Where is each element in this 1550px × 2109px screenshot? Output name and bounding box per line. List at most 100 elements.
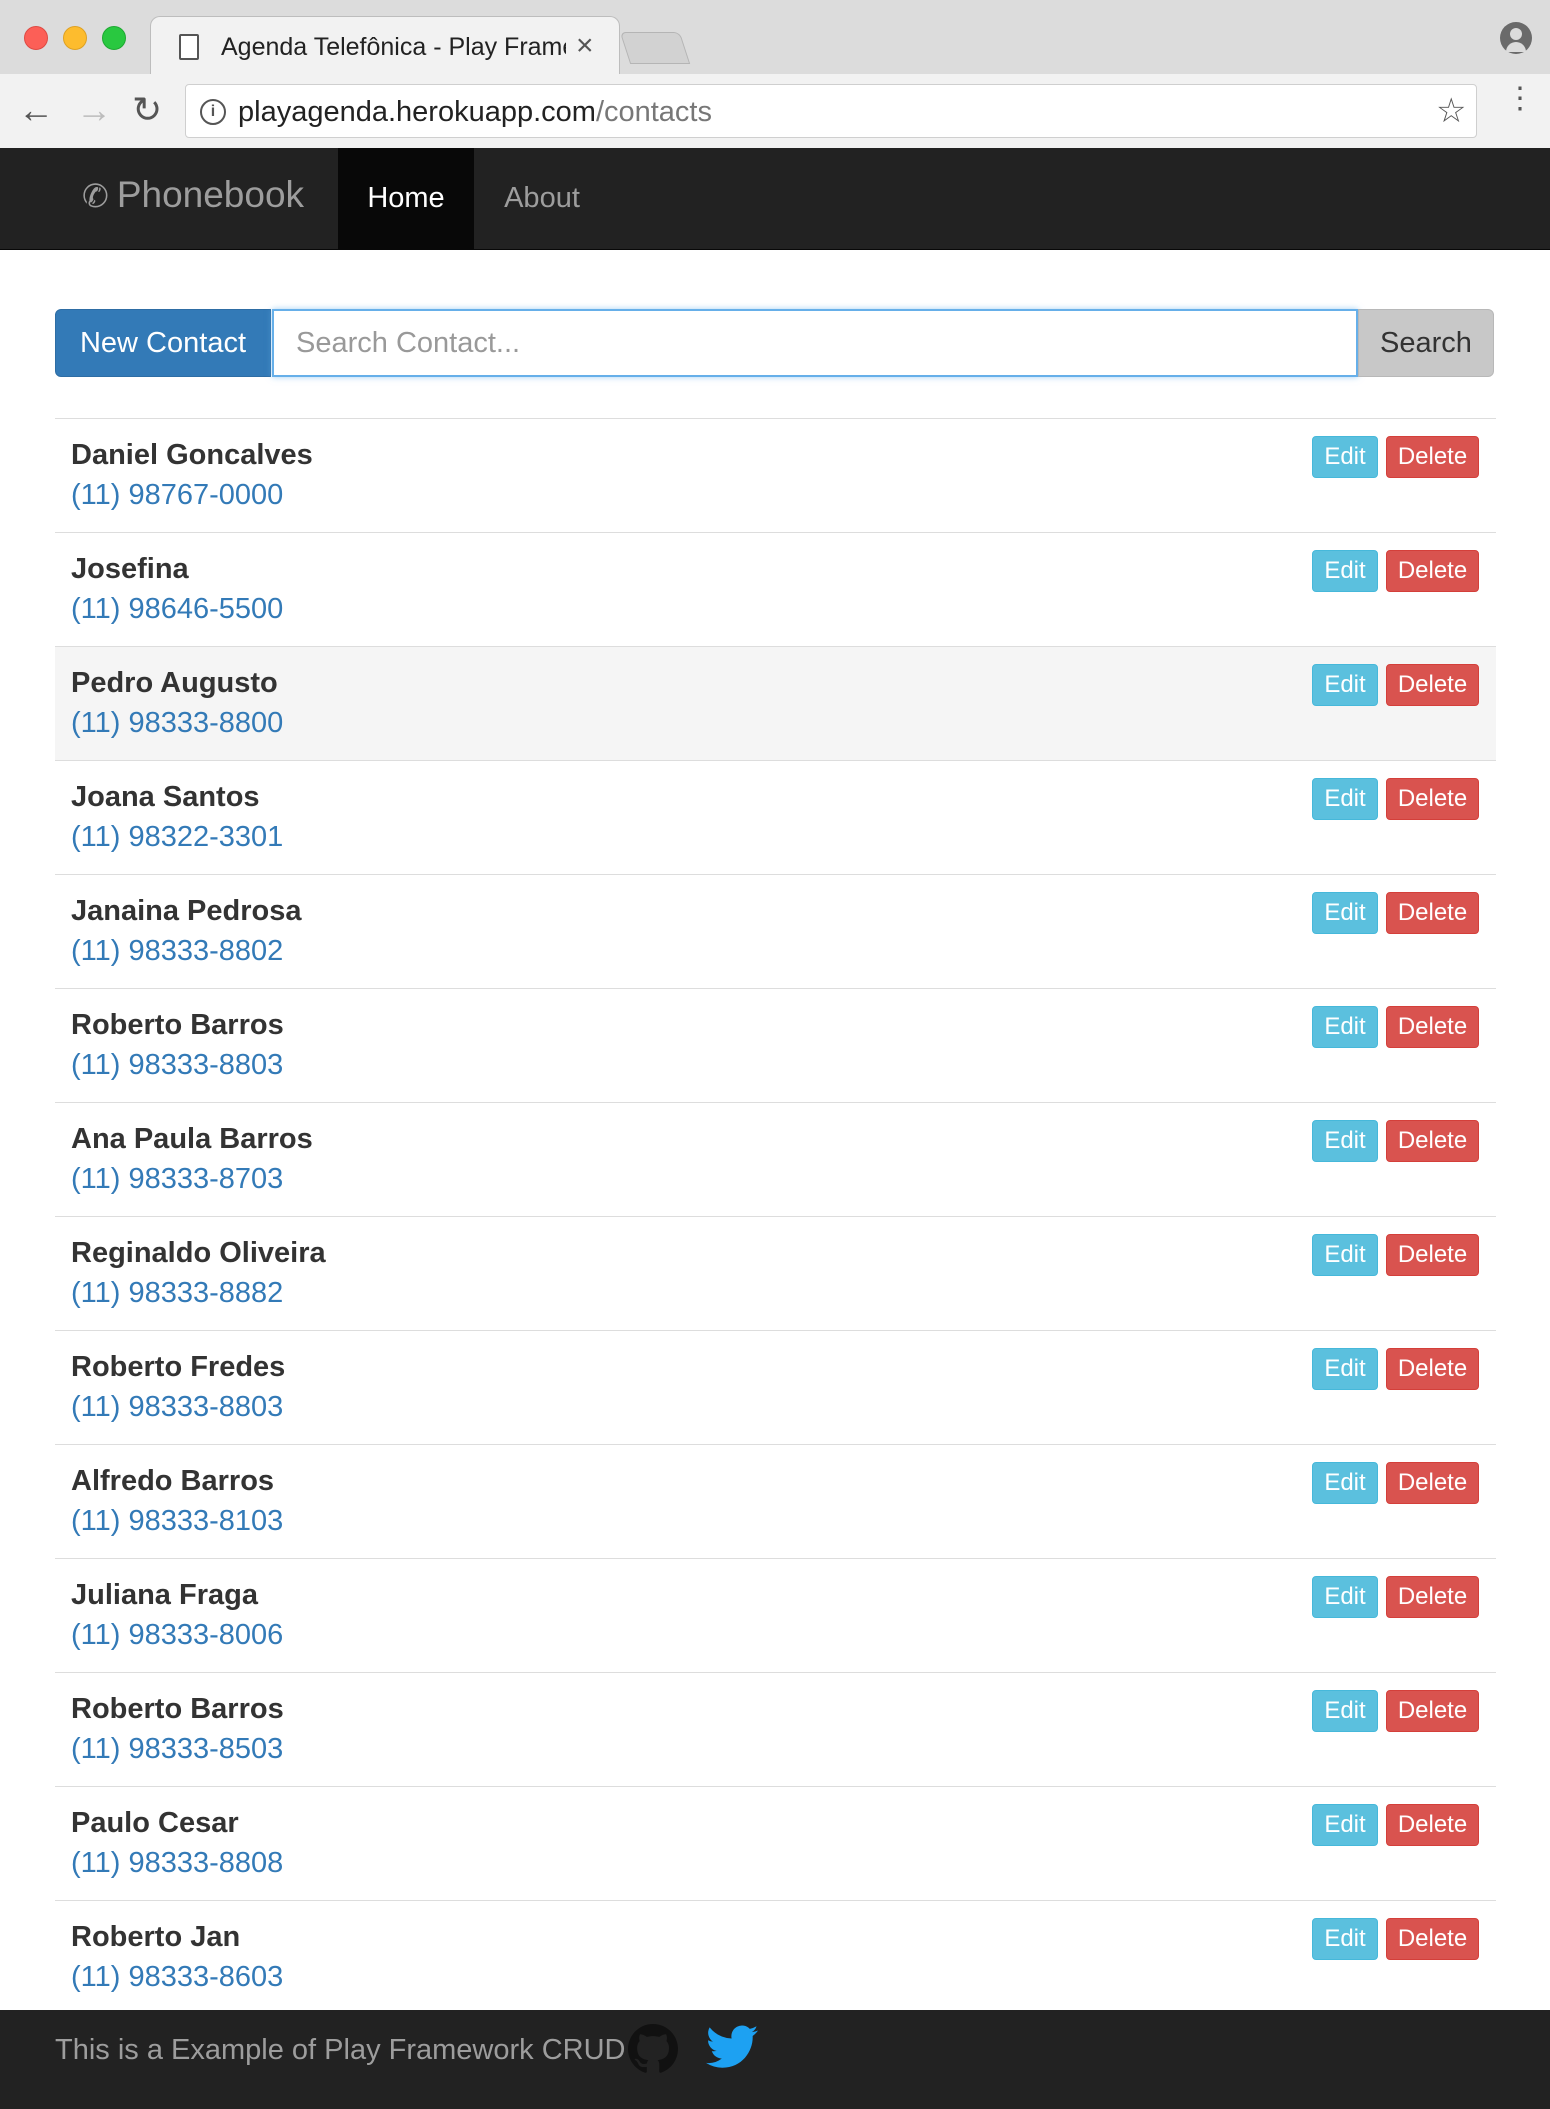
new-tab-button[interactable] [619, 32, 691, 64]
contact-row[interactable]: Paulo Cesar (11) 98333-8808 Edit Delete [55, 1786, 1496, 1900]
edit-button[interactable]: Edit [1312, 550, 1378, 592]
github-icon[interactable] [628, 2024, 678, 2074]
edit-button[interactable]: Edit [1312, 436, 1378, 478]
contact-row[interactable]: Joana Santos (11) 98322-3301 Edit Delete [55, 760, 1496, 874]
minimize-window-button[interactable] [63, 26, 87, 50]
edit-button[interactable]: Edit [1312, 1234, 1378, 1276]
contact-phone[interactable]: (11) 98333-8803 [71, 1049, 283, 1082]
delete-button[interactable]: Delete [1386, 1006, 1479, 1048]
footer-text: This is a Example of Play Framework CRUD [55, 2034, 626, 2066]
contact-name: Joana Santos [71, 781, 260, 813]
twitter-icon[interactable] [706, 2024, 758, 2070]
brand-label: Phonebook [116, 174, 305, 215]
address-bar[interactable]: i playagenda.herokuapp.com/contacts ☆ [185, 84, 1477, 138]
contact-phone[interactable]: (11) 98333-8703 [71, 1163, 283, 1196]
edit-button[interactable]: Edit [1312, 1120, 1378, 1162]
edit-button[interactable]: Edit [1312, 664, 1378, 706]
contact-name: Roberto Barros [71, 1009, 284, 1041]
contact-phone[interactable]: (11) 98333-8802 [71, 935, 283, 968]
nav-home[interactable]: Home [338, 148, 474, 249]
delete-button[interactable]: Delete [1386, 1576, 1479, 1618]
contact-name: Paulo Cesar [71, 1807, 239, 1839]
contact-phone[interactable]: (11) 98333-8006 [71, 1619, 283, 1652]
contact-row[interactable]: Ana Paula Barros (11) 98333-8703 Edit De… [55, 1102, 1496, 1216]
contact-phone[interactable]: (11) 98767-0000 [71, 479, 283, 512]
delete-button[interactable]: Delete [1386, 1348, 1479, 1390]
delete-button[interactable]: Delete [1386, 664, 1479, 706]
delete-button[interactable]: Delete [1386, 1918, 1479, 1960]
search-button[interactable]: Search [1358, 309, 1494, 377]
new-contact-button[interactable]: New Contact [55, 309, 271, 377]
contact-row[interactable]: Roberto Barros (11) 98333-8803 Edit Dele… [55, 988, 1496, 1102]
contact-phone[interactable]: (11) 98646-5500 [71, 593, 283, 626]
nav-about[interactable]: About [474, 148, 610, 249]
profile-icon[interactable] [1500, 22, 1532, 54]
contact-list: Daniel Goncalves (11) 98767-0000 Edit De… [55, 418, 1496, 2014]
close-window-button[interactable] [24, 26, 48, 50]
contact-phone[interactable]: (11) 98333-8603 [71, 1961, 283, 1994]
back-arrow-icon[interactable]: ← [18, 90, 54, 130]
footer: This is a Example of Play Framework CRUD [0, 2010, 1550, 2109]
tab-close-icon[interactable]: × [576, 29, 594, 63]
url-host: playagenda.herokuapp.com [238, 96, 596, 128]
url-text[interactable]: playagenda.herokuapp.com/contacts [238, 96, 712, 129]
app-navbar: ✆ Phonebook Home About [0, 148, 1550, 250]
contact-name: Alfredo Barros [71, 1465, 275, 1497]
info-icon[interactable]: i [200, 99, 226, 125]
contact-name: Janaina Pedrosa [71, 895, 302, 927]
contact-name: Pedro Augusto [71, 667, 278, 699]
delete-button[interactable]: Delete [1386, 1234, 1479, 1276]
contact-phone[interactable]: (11) 98333-8808 [71, 1847, 283, 1880]
contact-row[interactable]: Daniel Goncalves (11) 98767-0000 Edit De… [55, 418, 1496, 532]
menu-icon[interactable]: ⋮ [1505, 84, 1535, 114]
contact-phone[interactable]: (11) 98333-8103 [71, 1505, 283, 1538]
contact-row[interactable]: Josefina (11) 98646-5500 Edit Delete [55, 532, 1496, 646]
contact-name: Juliana Fraga [71, 1579, 258, 1611]
contact-row[interactable]: Pedro Augusto (11) 98333-8800 Edit Delet… [55, 646, 1496, 760]
contact-row[interactable]: Juliana Fraga (11) 98333-8006 Edit Delet… [55, 1558, 1496, 1672]
forward-arrow-icon[interactable]: → [76, 90, 112, 130]
contact-row[interactable]: Roberto Fredes (11) 98333-8803 Edit Dele… [55, 1330, 1496, 1444]
contact-phone[interactable]: (11) 98333-8800 [71, 707, 283, 740]
browser-tab[interactable]: Agenda Telefônica - Play Framework × [150, 16, 620, 76]
contact-phone[interactable]: (11) 98333-8503 [71, 1733, 283, 1766]
contact-row[interactable]: Reginaldo Oliveira (11) 98333-8882 Edit … [55, 1216, 1496, 1330]
zoom-window-button[interactable] [102, 26, 126, 50]
edit-button[interactable]: Edit [1312, 1576, 1378, 1618]
delete-button[interactable]: Delete [1386, 1804, 1479, 1846]
edit-button[interactable]: Edit [1312, 892, 1378, 934]
delete-button[interactable]: Delete [1386, 892, 1479, 934]
contact-row[interactable]: Janaina Pedrosa (11) 98333-8802 Edit Del… [55, 874, 1496, 988]
tab-title: Agenda Telefônica - Play Framework [221, 33, 566, 61]
reload-icon[interactable]: ↻ [132, 90, 162, 130]
contact-name: Reginaldo Oliveira [71, 1237, 326, 1269]
contact-name: Josefina [71, 553, 189, 585]
contact-row[interactable]: Alfredo Barros (11) 98333-8103 Edit Dele… [55, 1444, 1496, 1558]
contact-phone[interactable]: (11) 98322-3301 [71, 821, 283, 854]
delete-button[interactable]: Delete [1386, 436, 1479, 478]
delete-button[interactable]: Delete [1386, 778, 1479, 820]
delete-button[interactable]: Delete [1386, 550, 1479, 592]
phone-icon: ✆ [82, 178, 109, 214]
edit-button[interactable]: Edit [1312, 1348, 1378, 1390]
tab-strip: Agenda Telefônica - Play Framework × [0, 0, 1550, 76]
tab-document-icon [179, 34, 199, 60]
edit-button[interactable]: Edit [1312, 1462, 1378, 1504]
contact-phone[interactable]: (11) 98333-8803 [71, 1391, 283, 1424]
contact-phone[interactable]: (11) 98333-8882 [71, 1277, 283, 1310]
contact-row[interactable]: Roberto Jan (11) 98333-8603 Edit Delete [55, 1900, 1496, 2014]
contact-name: Roberto Barros [71, 1693, 284, 1725]
edit-button[interactable]: Edit [1312, 778, 1378, 820]
contact-row[interactable]: Roberto Barros (11) 98333-8503 Edit Dele… [55, 1672, 1496, 1786]
delete-button[interactable]: Delete [1386, 1690, 1479, 1732]
navbar-brand[interactable]: ✆ Phonebook [82, 174, 304, 216]
contact-name: Roberto Fredes [71, 1351, 286, 1383]
delete-button[interactable]: Delete [1386, 1120, 1479, 1162]
edit-button[interactable]: Edit [1312, 1804, 1378, 1846]
edit-button[interactable]: Edit [1312, 1918, 1378, 1960]
edit-button[interactable]: Edit [1312, 1690, 1378, 1732]
edit-button[interactable]: Edit [1312, 1006, 1378, 1048]
star-icon[interactable]: ☆ [1436, 91, 1466, 131]
search-input[interactable] [272, 309, 1358, 377]
delete-button[interactable]: Delete [1386, 1462, 1479, 1504]
